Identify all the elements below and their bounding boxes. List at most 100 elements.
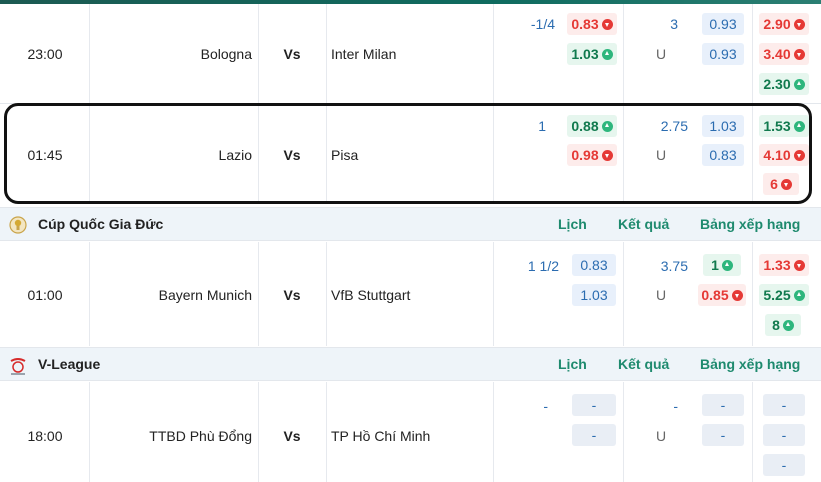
home-win-odds[interactable]: 1.53: [759, 115, 809, 137]
column-divider: [752, 4, 753, 103]
odds-down-icon: [731, 289, 743, 301]
handicap-home-odds[interactable]: 0.83: [567, 13, 617, 35]
column-divider: [493, 4, 494, 103]
away-team[interactable]: Pisa: [331, 147, 358, 163]
under-odds[interactable]: 0.93: [702, 43, 744, 65]
away-win-odds[interactable]: 6: [763, 173, 799, 195]
column-divider: [752, 382, 753, 482]
handicap-home-odds[interactable]: 0.83: [572, 254, 616, 276]
away-win-odds[interactable]: -: [763, 454, 805, 476]
column-divider: [326, 104, 327, 204]
under-odds[interactable]: -: [702, 424, 744, 446]
column-divider: [623, 382, 624, 482]
odds-up-icon: [601, 48, 613, 60]
under-label: U: [655, 46, 667, 62]
column-divider: [493, 382, 494, 482]
under-label: U: [655, 147, 667, 163]
over-under-line: 3: [670, 16, 678, 32]
home-win-odds[interactable]: 1.33: [759, 254, 809, 276]
handicap-away-odds[interactable]: 1.03: [567, 43, 617, 65]
league-name[interactable]: Cúp Quốc Gia Đức: [38, 216, 163, 232]
league-header: V-League Lịch Kết quả Bảng xếp hạng: [0, 347, 821, 381]
handicap-away-odds[interactable]: -: [572, 424, 616, 446]
vs-label: Vs: [283, 147, 301, 163]
odds-down-icon: [601, 18, 613, 30]
match-time: 01:00: [27, 287, 63, 303]
odds-up-icon: [782, 319, 794, 331]
handicap-line: -: [543, 398, 548, 414]
match-time: 18:00: [27, 428, 63, 444]
over-odds[interactable]: -: [702, 394, 744, 416]
odds-down-icon: [601, 149, 613, 161]
away-team[interactable]: VfB Stuttgart: [331, 287, 410, 303]
column-divider: [752, 242, 753, 346]
league-name[interactable]: V-League: [38, 356, 100, 372]
column-divider: [623, 242, 624, 346]
handicap-home-odds[interactable]: -: [572, 394, 616, 416]
under-odds[interactable]: 0.83: [702, 144, 744, 166]
home-win-odds[interactable]: -: [763, 394, 805, 416]
odds-down-icon: [793, 48, 805, 60]
odds-up-icon: [793, 289, 805, 301]
handicap-line: -1/4: [530, 16, 555, 32]
over-under-line: 3.75: [660, 258, 688, 274]
odds-up-icon: [793, 120, 805, 132]
under-label: U: [655, 428, 667, 444]
handicap-line: 1: [538, 118, 546, 134]
over-odds[interactable]: 1: [703, 254, 741, 276]
over-under-line: -: [673, 398, 678, 414]
under-odds[interactable]: 0.85: [698, 284, 746, 306]
column-divider: [326, 382, 327, 482]
away-team[interactable]: Inter Milan: [331, 46, 396, 62]
schedule-link[interactable]: Lịch: [558, 216, 587, 232]
trophy-icon: [9, 215, 27, 235]
over-under-line: 2.75: [660, 118, 688, 134]
column-divider: [326, 242, 327, 346]
odds-down-icon: [793, 18, 805, 30]
match-row[interactable]: 01:45 Lazio Vs Pisa 1 0.88 0.98 2.75 U 1…: [0, 104, 821, 204]
odds-down-icon: [793, 259, 805, 271]
odds-up-icon: [793, 78, 805, 90]
over-odds[interactable]: 1.03: [702, 115, 744, 137]
league-header: Cúp Quốc Gia Đức Lịch Kết quả Bảng xếp h…: [0, 207, 821, 241]
away-win-odds[interactable]: 8: [765, 314, 801, 336]
under-label: U: [655, 287, 667, 303]
home-team[interactable]: Bologna: [201, 46, 252, 62]
draw-odds[interactable]: -: [763, 424, 805, 446]
draw-odds[interactable]: 4.10: [759, 144, 809, 166]
away-team[interactable]: TP Hồ Chí Minh: [331, 428, 430, 444]
odds-down-icon: [793, 149, 805, 161]
home-team[interactable]: TTBD Phù Đổng: [149, 428, 252, 444]
results-link[interactable]: Kết quả: [618, 356, 669, 372]
schedule-link[interactable]: Lịch: [558, 356, 587, 372]
over-odds[interactable]: 0.93: [702, 13, 744, 35]
match-time: 01:45: [27, 147, 63, 163]
match-row[interactable]: 18:00 TTBD Phù Đổng Vs TP Hồ Chí Minh - …: [0, 382, 821, 482]
vs-label: Vs: [283, 428, 301, 444]
odds-down-icon: [780, 178, 792, 190]
away-win-odds[interactable]: 2.30: [759, 73, 809, 95]
column-divider: [326, 4, 327, 103]
standings-link[interactable]: Bảng xếp hạng: [700, 356, 800, 372]
handicap-away-odds[interactable]: 1.03: [572, 284, 616, 306]
home-team[interactable]: Bayern Munich: [159, 287, 252, 303]
results-link[interactable]: Kết quả: [618, 216, 669, 232]
standings-link[interactable]: Bảng xếp hạng: [700, 216, 800, 232]
column-divider: [623, 4, 624, 103]
v-league-logo-icon: [7, 355, 29, 377]
column-divider: [752, 104, 753, 204]
draw-odds[interactable]: 5.25: [759, 284, 809, 306]
handicap-line: 1 1/2: [527, 258, 559, 274]
match-time: 23:00: [27, 46, 63, 62]
match-row[interactable]: 01:00 Bayern Munich Vs VfB Stuttgart 1 1…: [0, 242, 821, 346]
handicap-home-odds[interactable]: 0.88: [567, 115, 617, 137]
column-divider: [493, 104, 494, 204]
match-row[interactable]: 23:00 Bologna Vs Inter Milan -1/4 0.83 1…: [0, 4, 821, 103]
vs-label: Vs: [283, 287, 301, 303]
handicap-away-odds[interactable]: 0.98: [567, 144, 617, 166]
column-divider: [493, 242, 494, 346]
odds-up-icon: [721, 259, 733, 271]
home-team[interactable]: Lazio: [219, 147, 252, 163]
draw-odds[interactable]: 3.40: [759, 43, 809, 65]
home-win-odds[interactable]: 2.90: [759, 13, 809, 35]
